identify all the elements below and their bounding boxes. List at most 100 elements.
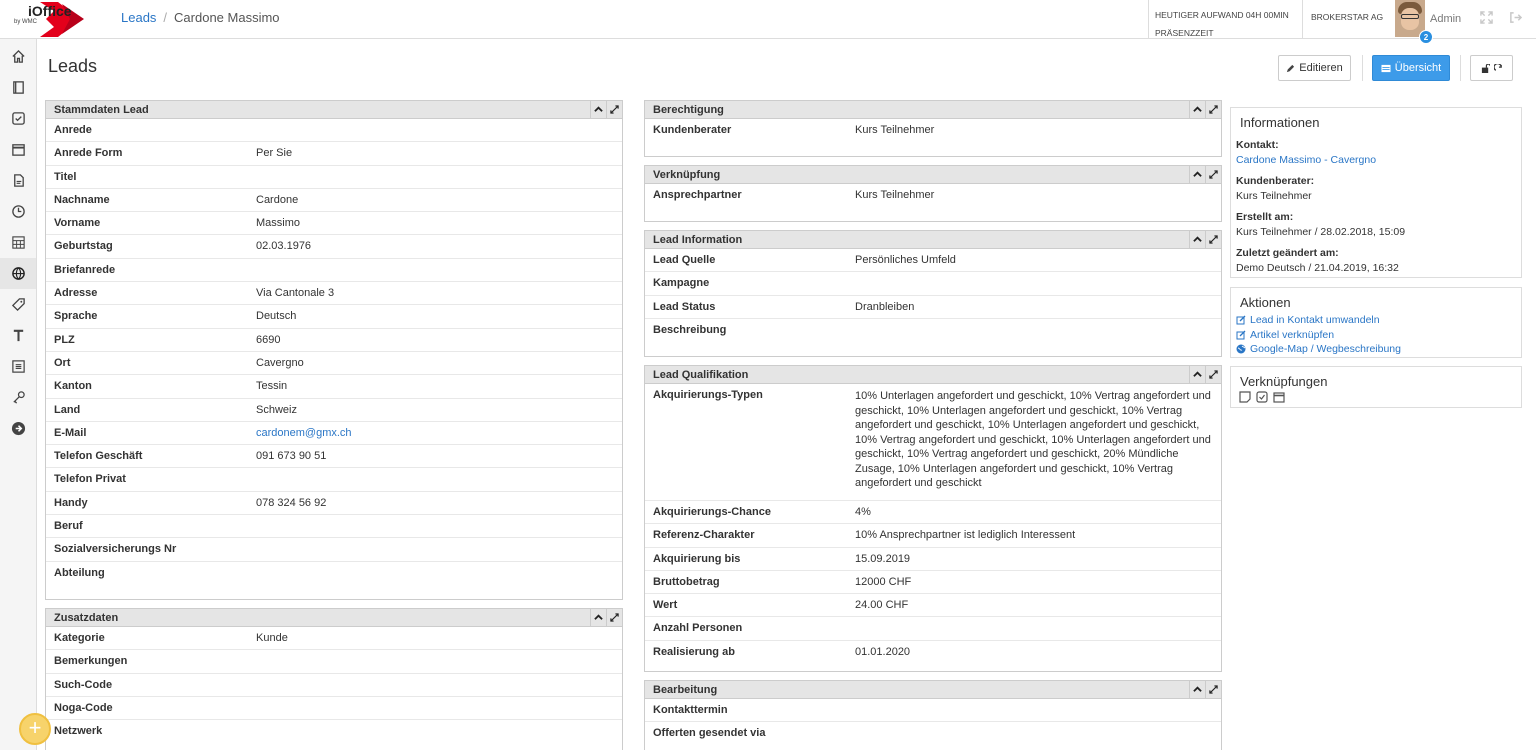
field-label: Kategorie — [54, 632, 105, 644]
breadcrumb-leads-link[interactable]: Leads — [121, 10, 156, 25]
field-label: Beschreibung — [653, 323, 727, 336]
collapse-icon[interactable] — [1189, 101, 1205, 118]
sidebar-item-contacts[interactable] — [0, 72, 36, 103]
form-icon — [11, 360, 25, 373]
field-label: Briefanrede — [54, 263, 116, 276]
breadcrumb: Leads / Cardone Massimo — [121, 10, 280, 25]
field-row: Telefon Geschäft 091 673 90 51 — [46, 445, 622, 469]
edit-button[interactable]: Editieren — [1278, 55, 1351, 81]
checkbox-icon[interactable] — [1256, 391, 1268, 403]
collapse-icon[interactable] — [1189, 231, 1205, 248]
field-value[interactable]: cardonem@gmx.ch — [256, 427, 352, 439]
field-row: Referenz-Charakter 10% Ansprechpartner is… — [645, 524, 1221, 548]
expand-icon[interactable] — [1205, 166, 1221, 183]
sidebar-item-text[interactable] — [0, 320, 36, 351]
sidebar-item-tools[interactable] — [0, 382, 36, 413]
collapse-icon[interactable] — [1189, 681, 1205, 698]
overview-button[interactable]: Übersicht — [1372, 55, 1450, 81]
unlock-refresh-button[interactable] — [1470, 55, 1513, 81]
field-value: 6690 — [256, 333, 281, 346]
arrow-circle-right-icon — [11, 421, 25, 436]
sidebar-item-time[interactable] — [0, 196, 36, 227]
field-value: Cardone — [256, 193, 299, 206]
work-time-box[interactable]: HEUTIGER AUFWAND 04H 00MIN PRÄSENZZEIT — [1148, 0, 1301, 39]
panel-title: Zusatzdaten — [54, 612, 119, 624]
sidebar-item-calendar[interactable] — [0, 134, 36, 165]
field-value: 01.01.2020 — [855, 645, 911, 658]
calendar-icon[interactable] — [1273, 391, 1285, 403]
sidebar-item-tasks[interactable] — [0, 103, 36, 134]
field-row: Wert 24.00 CHF — [645, 594, 1221, 618]
field-row: Abteilung — [46, 562, 622, 585]
clock-icon — [11, 205, 25, 218]
verknuepfung-rows: Ansprechpartner Kurs Teilnehmer — [645, 184, 1221, 207]
action-link-article[interactable]: Artikel verknüpfen — [1236, 328, 1516, 343]
notification-badge[interactable]: 2 — [1419, 30, 1433, 44]
collapse-icon[interactable] — [590, 101, 606, 118]
expand-icon[interactable] — [1205, 101, 1221, 118]
sidebar-item-more[interactable] — [0, 413, 36, 444]
pencil-icon — [1287, 64, 1295, 72]
sidebar-item-leads[interactable] — [0, 258, 36, 289]
expand-icon[interactable] — [606, 101, 622, 118]
field-label: Nachname — [54, 193, 110, 206]
collapse-icon[interactable] — [590, 609, 606, 626]
note-icon[interactable] — [1239, 391, 1251, 403]
expand-icon[interactable] — [1205, 366, 1221, 383]
field-label: E-Mail — [54, 426, 87, 439]
action-label: Lead in Kontakt umwandeln — [1250, 314, 1380, 327]
field-label: Telefon Geschäft — [54, 450, 143, 463]
field-row: Akquirierungs-Typen 10% Unterlagen angefo… — [645, 384, 1221, 501]
address-book-icon — [12, 81, 24, 94]
field-label: Wert — [653, 599, 678, 612]
sidebar-item-home[interactable] — [0, 41, 36, 72]
app-logo[interactable]: iOffice by WMC — [0, 0, 90, 39]
expand-icon[interactable] — [1205, 231, 1221, 248]
field-row: E-Mail cardonem@gmx.ch — [46, 422, 622, 446]
collapse-icon[interactable] — [1189, 366, 1205, 383]
expand-icon[interactable] — [606, 609, 622, 626]
field-value: Cavergno — [256, 356, 304, 369]
action-convert-lead[interactable]: Lead in Kontakt umwandeln — [1236, 313, 1516, 328]
sidebar-item-documents[interactable] — [0, 165, 36, 196]
field-label: Vorname — [54, 217, 101, 230]
info-erstellt-value: Kurs Teilnehmer / 28.02.2018, 15:09 — [1236, 226, 1406, 238]
sidebar — [0, 39, 37, 750]
key-icon — [12, 391, 25, 404]
field-row: Anzahl Personen — [645, 617, 1221, 641]
user-name[interactable]: Admin — [1430, 13, 1461, 25]
field-label: Handy — [54, 496, 88, 509]
field-value: 091 673 90 51 — [256, 450, 327, 463]
action-label: Artikel verknüpfen — [1250, 328, 1335, 341]
checkbox-icon — [11, 112, 25, 125]
company-name[interactable]: BROKERSTAR AG — [1302, 0, 1392, 39]
sidebar-item-tags[interactable] — [0, 289, 36, 320]
work-today-label: HEUTIGER AUFWAND 04H 00MIN — [1155, 10, 1289, 20]
breadcrumb-current: Cardone Massimo — [174, 10, 280, 25]
logout-icon[interactable] — [1508, 11, 1522, 25]
document-icon — [13, 174, 24, 187]
field-label: Realisierung ab — [653, 645, 735, 658]
info-kontakt-link[interactable]: Cardone Massimo - Cavergno — [1236, 154, 1516, 166]
expand-icon[interactable] — [1205, 681, 1221, 698]
top-bar: iOffice by WMC Leads / Cardone Massimo HEU… — [0, 0, 1536, 44]
field-label: Abteilung — [54, 566, 105, 579]
globe-icon — [11, 267, 25, 280]
globe-icon — [1236, 344, 1246, 354]
sidebar-item-reports[interactable] — [0, 227, 36, 258]
action-google-map[interactable]: Google-Map / Wegbeschreibung — [1236, 342, 1516, 357]
field-value: Deutsch — [256, 310, 297, 323]
collapse-icon[interactable] — [1189, 166, 1205, 183]
fullscreen-icon[interactable] — [1479, 11, 1493, 25]
add-fab-button[interactable]: + — [19, 713, 51, 745]
field-row: Noga-Code — [46, 697, 622, 721]
field-row: Sprache Deutsch — [46, 305, 622, 329]
field-label: Referenz-Charakter — [653, 529, 755, 542]
field-row: Ort Cavergno — [46, 352, 622, 376]
sidebar-item-forms[interactable] — [0, 351, 36, 382]
lead-information-rows: Lead Quelle Persönliches Umfeld Kampagne Le… — [645, 249, 1221, 342]
field-row: Ansprechpartner Kurs Teilnehmer — [645, 184, 1221, 207]
field-value: Persönliches Umfeld — [855, 254, 956, 266]
field-value: 10% Ansprechpartner ist lediglich Intere… — [855, 529, 1076, 542]
verknuepfungen-title: Verknüpfungen — [1240, 374, 1328, 389]
